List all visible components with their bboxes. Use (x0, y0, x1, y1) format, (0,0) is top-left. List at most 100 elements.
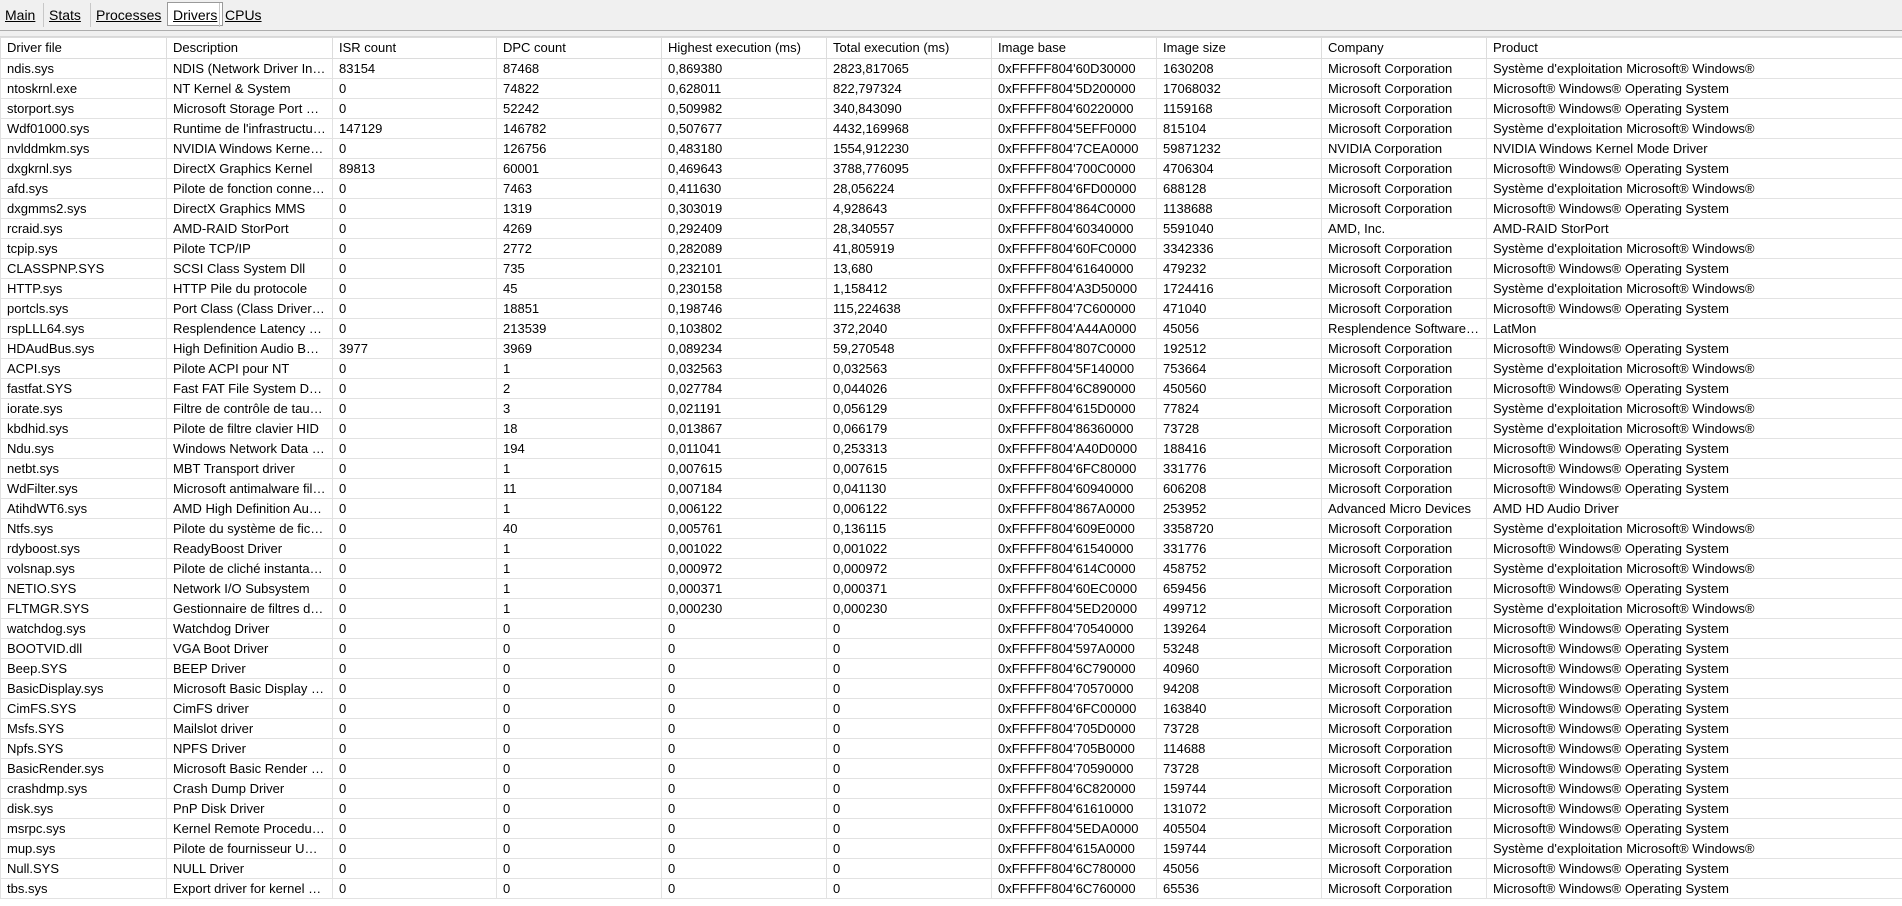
table-row[interactable]: disk.sysPnP Disk Driver00000xFFFFF804'61… (1, 799, 1902, 819)
table-row[interactable]: Null.SYSNULL Driver00000xFFFFF804'6C7800… (1, 859, 1902, 879)
cell-image-size: 331776 (1157, 459, 1322, 479)
column-header-dpc-count[interactable]: DPC count (497, 38, 662, 59)
table-row[interactable]: Msfs.SYSMailslot driver00000xFFFFF804'70… (1, 719, 1902, 739)
cell-highest-execution: 0 (662, 739, 827, 759)
table-body: ndis.sysNDIS (Network Driver Interface S… (1, 59, 1902, 899)
cell-total-execution: 0,007615 (827, 459, 992, 479)
column-header-total-execution[interactable]: Total execution (ms) (827, 38, 992, 59)
table-row[interactable]: Npfs.SYSNPFS Driver00000xFFFFF804'705B00… (1, 739, 1902, 759)
tab-processes[interactable]: Processes (90, 3, 166, 27)
cell-total-execution: 0 (827, 839, 992, 859)
cell-product: Microsoft® Windows® Operating System (1487, 759, 1902, 779)
table-row[interactable]: AtihdWT6.sysAMD High Definition Audio Fu… (1, 499, 1902, 519)
table-row[interactable]: BasicDisplay.sysMicrosoft Basic Display … (1, 679, 1902, 699)
table-row[interactable]: rdyboost.sysReadyBoost Driver010,0010220… (1, 539, 1902, 559)
cell-product: Système d'exploitation Microsoft® Window… (1487, 279, 1902, 299)
table-row[interactable]: crashdmp.sysCrash Dump Driver00000xFFFFF… (1, 779, 1902, 799)
cell-driver-file: ntoskrnl.exe (1, 79, 167, 99)
table-row[interactable]: ACPI.sysPilote ACPI pour NT010,0325630,0… (1, 359, 1902, 379)
column-header-image-base[interactable]: Image base (992, 38, 1157, 59)
cell-driver-file: rdyboost.sys (1, 539, 167, 559)
cell-total-execution: 0 (827, 859, 992, 879)
cell-total-execution: 0,006122 (827, 499, 992, 519)
tab-main[interactable]: Main (0, 3, 40, 27)
cell-dpc-count: 7463 (497, 179, 662, 199)
tab-drivers[interactable]: Drivers (167, 2, 223, 26)
table-row[interactable]: CLASSPNP.SYSSCSI Class System Dll07350,2… (1, 259, 1902, 279)
table-row[interactable]: Ndu.sysWindows Network Data Usage Monito… (1, 439, 1902, 459)
cell-total-execution: 0 (827, 679, 992, 699)
cell-dpc-count: 40 (497, 519, 662, 539)
table-row[interactable]: storport.sysMicrosoft Storage Port Drive… (1, 99, 1902, 119)
cell-driver-file: nvlddmkm.sys (1, 139, 167, 159)
cell-image-size: 53248 (1157, 639, 1322, 659)
column-header-driver-file[interactable]: Driver file (1, 38, 167, 59)
cell-total-execution: 4432,169968 (827, 119, 992, 139)
table-row[interactable]: volsnap.sysPilote de cliché instantané d… (1, 559, 1902, 579)
table-row[interactable]: BOOTVID.dllVGA Boot Driver00000xFFFFF804… (1, 639, 1902, 659)
cell-isr-count: 89813 (333, 159, 497, 179)
table-row[interactable]: HDAudBus.sysHigh Definition Audio Bus Dr… (1, 339, 1902, 359)
cell-company: Microsoft Corporation (1322, 99, 1487, 119)
table-row[interactable]: tcpip.sysPilote TCP/IP027720,28208941,80… (1, 239, 1902, 259)
cell-driver-file: BOOTVID.dll (1, 639, 167, 659)
cell-image-size: 17068032 (1157, 79, 1322, 99)
table-row[interactable]: netbt.sysMBT Transport driver010,0076150… (1, 459, 1902, 479)
drivers-table: Driver fileDescriptionISR countDPC count… (0, 37, 1902, 899)
table-row[interactable]: nvlddmkm.sysNVIDIA Windows Kernel Mode D… (1, 139, 1902, 159)
column-header-company[interactable]: Company (1322, 38, 1487, 59)
cell-isr-count: 0 (333, 279, 497, 299)
table-row[interactable]: portcls.sysPort Class (Class Driver for … (1, 299, 1902, 319)
table-row[interactable]: fastfat.SYSFast FAT File System Driver02… (1, 379, 1902, 399)
table-row[interactable]: FLTMGR.SYSGestionnaire de filtres de sys… (1, 599, 1902, 619)
table-row[interactable]: kbdhid.sysPilote de filtre clavier HID01… (1, 419, 1902, 439)
cell-highest-execution: 0 (662, 819, 827, 839)
table-row[interactable]: BasicRender.sysMicrosoft Basic Render Dr… (1, 759, 1902, 779)
cell-description: Pilote du système de fichiers NT (167, 519, 333, 539)
cell-highest-execution: 0 (662, 759, 827, 779)
table-row[interactable]: ntoskrnl.exeNT Kernel & System0748220,62… (1, 79, 1902, 99)
cell-image-base: 0xFFFFF804'61540000 (992, 539, 1157, 559)
table-row[interactable]: CimFS.SYSCimFS driver00000xFFFFF804'6FC0… (1, 699, 1902, 719)
cell-highest-execution: 0,103802 (662, 319, 827, 339)
cell-total-execution: 0,044026 (827, 379, 992, 399)
table-row[interactable]: HTTP.sysHTTP Pile du protocole0450,23015… (1, 279, 1902, 299)
table-row[interactable]: rspLLL64.sysResplendence Latency Monitor… (1, 319, 1902, 339)
tab-stats[interactable]: Stats (43, 3, 86, 27)
table-row[interactable]: ndis.sysNDIS (Network Driver Interface S… (1, 59, 1902, 79)
column-header-product[interactable]: Product (1487, 38, 1902, 59)
cell-isr-count: 0 (333, 859, 497, 879)
column-header-image-size[interactable]: Image size (1157, 38, 1322, 59)
table-row[interactable]: WdFilter.sysMicrosoft antimalware file s… (1, 479, 1902, 499)
table-row[interactable]: iorate.sysFiltre de contrôle de taux d'E… (1, 399, 1902, 419)
table-row[interactable]: afd.sysPilote de fonction connexe pour W… (1, 179, 1902, 199)
table-row[interactable]: Beep.SYSBEEP Driver00000xFFFFF804'6C7900… (1, 659, 1902, 679)
table-row[interactable]: dxgkrnl.sysDirectX Graphics Kernel898136… (1, 159, 1902, 179)
column-header-isr-count[interactable]: ISR count (333, 38, 497, 59)
table-row[interactable]: NETIO.SYSNetwork I/O Subsystem010,000371… (1, 579, 1902, 599)
table-row[interactable]: rcraid.sysAMD-RAID StorPort042690,292409… (1, 219, 1902, 239)
cell-highest-execution: 0,032563 (662, 359, 827, 379)
column-header-description[interactable]: Description (167, 38, 333, 59)
table-row[interactable]: tbs.sysExport driver for kernel mode TPM… (1, 879, 1902, 899)
cell-isr-count: 83154 (333, 59, 497, 79)
cell-total-execution: 0 (827, 619, 992, 639)
tab-cpus[interactable]: CPUs (219, 3, 267, 27)
table-row[interactable]: mup.sysPilote de fournisseur UNC multipl… (1, 839, 1902, 859)
cell-total-execution: 4,928643 (827, 199, 992, 219)
table-row[interactable]: msrpc.sysKernel Remote Procedure Call Pr… (1, 819, 1902, 839)
cell-product: Système d'exploitation Microsoft® Window… (1487, 599, 1902, 619)
column-header-highest-execution[interactable]: Highest execution (ms) (662, 38, 827, 59)
table-row[interactable]: dxgmms2.sysDirectX Graphics MMS013190,30… (1, 199, 1902, 219)
cell-product: Microsoft® Windows® Operating System (1487, 159, 1902, 179)
cell-product: Microsoft® Windows® Operating System (1487, 739, 1902, 759)
table-row[interactable]: watchdog.sysWatchdog Driver00000xFFFFF80… (1, 619, 1902, 639)
table-row[interactable]: Ntfs.sysPilote du système de fichiers NT… (1, 519, 1902, 539)
cell-description: Gestionnaire de filtres de système de fi… (167, 599, 333, 619)
cell-product: Système d'exploitation Microsoft® Window… (1487, 179, 1902, 199)
cell-isr-count: 0 (333, 459, 497, 479)
table-row[interactable]: Wdf01000.sysRuntime de l'infrastructure … (1, 119, 1902, 139)
cell-dpc-count: 2 (497, 379, 662, 399)
cell-total-execution: 0 (827, 779, 992, 799)
cell-total-execution: 340,843090 (827, 99, 992, 119)
